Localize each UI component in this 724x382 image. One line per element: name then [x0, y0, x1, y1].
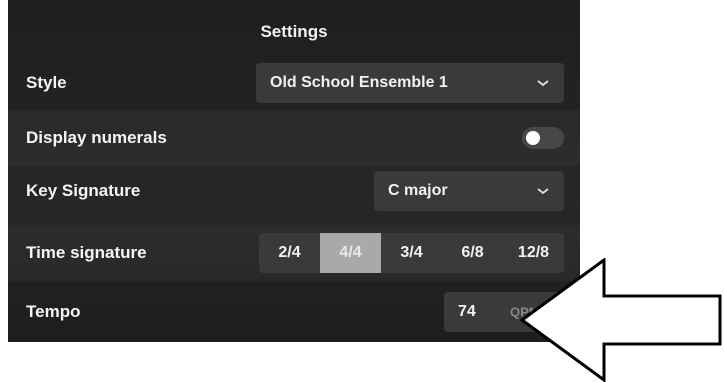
time-signature-label: Time signature — [26, 243, 147, 262]
style-dropdown[interactable]: Old School Ensemble 1 — [256, 63, 564, 103]
key-signature-value: C major — [388, 182, 448, 199]
time-signature-selector: 2/4 4/4 3/4 6/8 12/8 — [259, 233, 564, 273]
tempo-row: Tempo 74 QPM — [8, 284, 580, 340]
style-value: Old School Ensemble 1 — [270, 74, 448, 91]
chevron-down-icon — [537, 188, 549, 195]
time-signature-option-6-8[interactable]: 6/8 — [442, 233, 503, 273]
chevron-down-icon — [537, 80, 549, 87]
time-signature-option-3-4[interactable]: 3/4 — [381, 233, 442, 273]
tempo-value: 74 — [458, 303, 476, 320]
display-numerals-label: Display numerals — [26, 128, 167, 147]
time-signature-option-4-4[interactable]: 4/4 — [320, 233, 381, 273]
toggle-knob — [526, 131, 540, 145]
display-numerals-row: Display numerals — [8, 110, 580, 166]
settings-panel: Settings Style Old School Ensemble 1 Dis… — [8, 0, 580, 342]
style-row: Style Old School Ensemble 1 — [8, 55, 580, 111]
style-label: Style — [26, 73, 67, 92]
key-signature-dropdown[interactable]: C major — [374, 171, 564, 211]
left-arrow-icon — [520, 258, 722, 382]
key-signature-row: Key Signature C major — [8, 163, 580, 219]
time-signature-option-2-4[interactable]: 2/4 — [259, 233, 320, 273]
time-signature-row: Time signature 2/4 4/4 3/4 6/8 12/8 — [8, 225, 580, 281]
settings-title: Settings — [260, 22, 328, 41]
key-signature-label: Key Signature — [26, 181, 141, 200]
display-numerals-toggle[interactable] — [522, 127, 564, 149]
tempo-label: Tempo — [26, 302, 81, 321]
